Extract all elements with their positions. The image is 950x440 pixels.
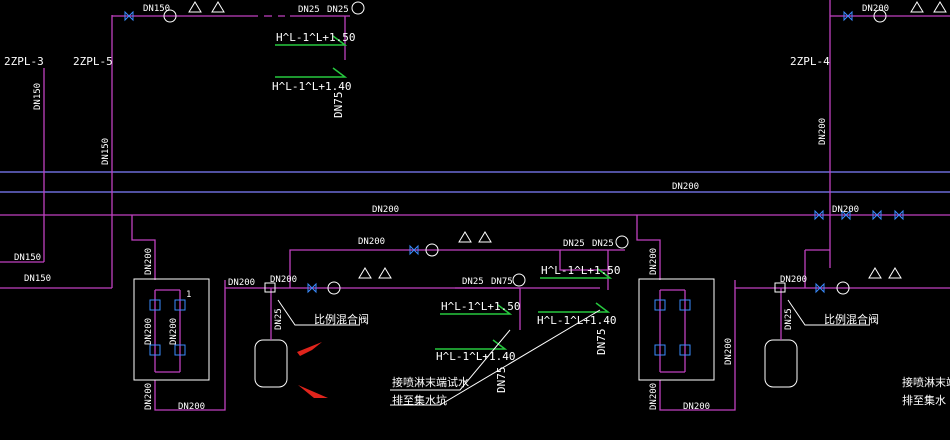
label-magenta-main-dn200: DN200 <box>372 205 399 215</box>
label-blue-main-dn200: DN200 <box>672 182 699 192</box>
label-unit2-dn25: DN25 <box>784 308 794 330</box>
test-symbol-main-2 <box>378 267 392 279</box>
label-unit1-dn200-left: DN200 <box>144 248 154 275</box>
test-symbol-top-right-2 <box>933 1 947 13</box>
label-unit2-dn200-left: DN200 <box>649 248 659 275</box>
label-top-dn25-b: DN25 <box>327 5 349 15</box>
elev-marker-mid-140 <box>435 339 508 350</box>
test-symbol-main-1 <box>358 267 372 279</box>
unit2-enclosure <box>638 278 715 381</box>
label-unit2-dn200-bottom: DN200 <box>683 402 710 412</box>
label-mid-dn75: DN75 <box>491 277 513 287</box>
test-symbol-bypass-2 <box>478 231 492 243</box>
labels: 2ZPL-3 2ZPL-5 2ZPL-4 DN150 DN200 DN25 DN… <box>4 4 950 412</box>
label-bottom-left-dn150-a: DN150 <box>14 253 41 263</box>
elev-marker-top-140 <box>275 67 348 78</box>
test-symbol-unit2-2 <box>888 267 902 279</box>
test-symbol-unit2-1 <box>868 267 882 279</box>
label-top-dn75: DN75 <box>332 92 345 119</box>
label-bottom-left-dn150-b: DN150 <box>24 274 51 284</box>
elev-text-top-140: H^L-1^L+1.40 <box>272 80 351 93</box>
elev-marker-right-140 <box>538 302 611 313</box>
riser-label-2zpl-4: 2ZPL-4 <box>790 55 830 68</box>
elev-text-right-140: H^L-1^L+1.40 <box>537 314 616 327</box>
red-arrow-lower <box>298 385 328 398</box>
red-arrows <box>297 342 328 398</box>
drain-note-1: 接喷淋末端试水 <box>392 375 469 389</box>
label-unit1-dn200-inner-a: DN200 <box>144 318 154 345</box>
label-top-right-dn200: DN200 <box>862 4 889 14</box>
label-unit2-dn200-bottomleft: DN200 <box>649 383 659 410</box>
mix-valve-2-label: 比例混合阀 <box>824 312 879 326</box>
label-branch-dn25-a: DN25 <box>563 239 585 249</box>
label-branch-dn200: DN200 <box>358 237 385 247</box>
foam-unit-1 <box>133 278 288 388</box>
test-symbol-top-right-1 <box>910 1 924 13</box>
pressure-gauge-top <box>351 1 365 15</box>
riser-label-2zpl-3: 2ZPL-3 <box>4 55 44 68</box>
label-unit1-dn200-top: DN200 <box>228 278 255 288</box>
label-riser3-dn200: DN200 <box>818 118 828 145</box>
label-unit2-dn200-top: DN200 <box>780 275 807 285</box>
label-unit2-dn200-right: DN200 <box>724 338 734 365</box>
label-top-dn150: DN150 <box>143 4 170 14</box>
test-symbol-top-2 <box>211 1 225 13</box>
label-top-dn25-a: DN25 <box>298 5 320 15</box>
piping-diagram: 2ZPL-3 2ZPL-5 2ZPL-4 DN150 DN200 DN25 DN… <box>0 0 950 412</box>
label-mid-dn25: DN25 <box>462 277 484 287</box>
label-unit1-number: 1 <box>186 290 191 300</box>
elev-text-right-150: H^L-1^L+1.50 <box>541 264 620 277</box>
cad-drawing-canvas: 2ZPL-3 2ZPL-5 2ZPL-4 DN150 DN200 DN25 DN… <box>0 0 950 440</box>
label-unit1-dn200-bottomleft: DN200 <box>144 383 154 410</box>
label-branch-dn25-b: DN25 <box>592 239 614 249</box>
test-symbol-bypass-1 <box>458 231 472 243</box>
drain-note-2: 排至集水坑 <box>392 393 447 407</box>
label-unit1-dn200-bottom: DN200 <box>178 402 205 412</box>
foam-unit-2 <box>638 278 798 388</box>
elev-text-mid-150: H^L-1^L+1.50 <box>441 300 520 313</box>
drain-note-3: 接喷淋末端 <box>902 375 950 389</box>
label-unit1-dn200-right: DN200 <box>270 275 297 285</box>
drain-note-4: 排至集水 <box>902 393 946 407</box>
riser-label-2zpl-5: 2ZPL-5 <box>73 55 113 68</box>
label-mid-dn75-b: DN75 <box>595 329 608 356</box>
label-right-main-dn200: DN200 <box>832 205 859 215</box>
label-riser2-dn150: DN150 <box>101 138 111 165</box>
pressure-gauge-right <box>615 235 629 249</box>
label-unit1-dn200-inner-b: DN200 <box>169 318 179 345</box>
elev-text-mid-140: H^L-1^L+1.40 <box>436 350 515 363</box>
mix-valve-1-label: 比例混合阀 <box>314 312 369 326</box>
red-arrow-upper <box>297 342 322 356</box>
label-riser1-dn150: DN150 <box>33 83 43 110</box>
pressure-gauge-mid <box>512 273 526 287</box>
label-unit1-dn25: DN25 <box>274 308 284 330</box>
foam-tank-1 <box>254 339 288 388</box>
foam-tank-2 <box>764 339 798 388</box>
label-mid-dn75-c: DN75 <box>495 367 508 394</box>
test-symbol-top-1 <box>188 1 202 13</box>
elev-text-top-150: H^L-1^L+1.50 <box>276 31 355 44</box>
